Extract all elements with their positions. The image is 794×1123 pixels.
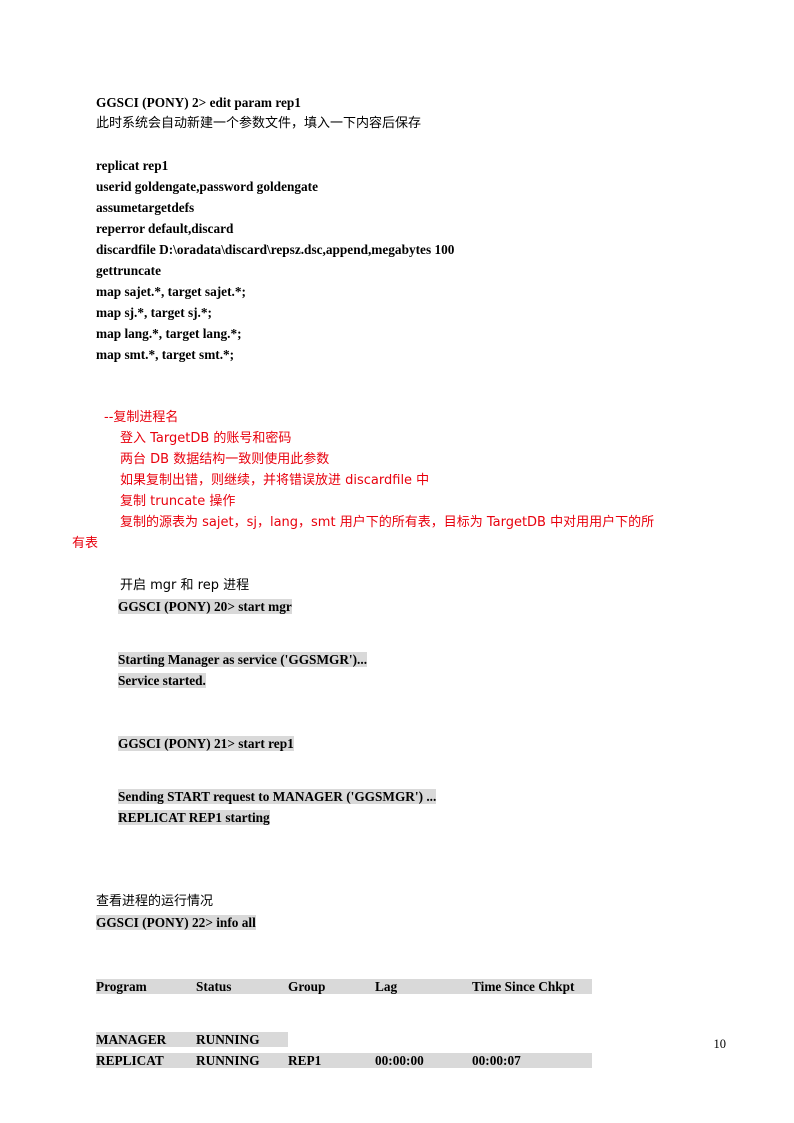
row-replicat-status: RUNNING [196, 1053, 260, 1068]
param-line-reperror: reperror default,discard [96, 221, 234, 236]
annotation-credentials: 登入 TargetDB 的账号和密码 [120, 431, 292, 446]
annotation-source-tables-wrap: 有表 [72, 536, 99, 551]
row-replicat-time-since-chkpt: 00:00:07 [472, 1053, 521, 1068]
row-replicat-program: REPLICAT [96, 1053, 164, 1068]
annotation-error-handling: 如果复制出错，则继续，并将错误放进 discardfile 中 [120, 473, 430, 488]
table-header-row: Program Status Group Lag Time Since Chkpt [96, 976, 716, 997]
annotation-truncate: 复制 truncate 操作 [120, 494, 236, 509]
param-line-replicat: replicat rep1 [96, 158, 169, 173]
annotation-process-name: --复制进程名 [104, 410, 179, 425]
row-manager-program: MANAGER [96, 1032, 167, 1047]
command-start-mgr-text: GGSCI (PONY) 20> start mgr [118, 599, 292, 614]
param-line-map-sajet: map sajet.*, target sajet.*; [96, 284, 246, 299]
table-header-time-since-chkpt: Time Since Chkpt [472, 979, 575, 994]
command-info-all: GGSCI (PONY) 22> info all [96, 912, 716, 933]
document-body: GGSCI (PONY) 2> edit param rep1 此时系统会自动新… [72, 92, 716, 1071]
note-edit-param: 此时系统会自动新建一个参数文件，填入一下内容后保存 [96, 116, 422, 131]
output-start-mgr-line1: Starting Manager as service ('GGSMGR')..… [96, 649, 716, 670]
table-row: MANAGER RUNNING [96, 1029, 716, 1050]
row-replicat-lag: 00:00:00 [375, 1053, 424, 1068]
param-line-map-smt: map smt.*, target smt.*; [96, 347, 235, 362]
page-number: 10 [713, 1037, 727, 1051]
param-line-assumetargetdefs: assumetargetdefs [96, 200, 195, 215]
param-line-map-lang: map lang.*, target lang.*; [96, 326, 242, 341]
output-start-mgr-line2: Service started. [96, 670, 716, 691]
row-replicat-group: REP1 [288, 1053, 322, 1068]
output-start-mgr-line1-text: Starting Manager as service ('GGSMGR')..… [118, 652, 368, 667]
param-line-gettruncate: gettruncate [96, 263, 161, 278]
param-line-discardfile: discardfile D:\oradata\discard\repsz.dsc… [96, 242, 455, 257]
table-header-lag: Lag [375, 979, 398, 994]
param-line-map-sj: map sj.*, target sj.*; [96, 305, 212, 320]
output-start-rep1-line2-text: REPLICAT REP1 starting [118, 810, 270, 825]
param-line-userid: userid goldengate,password goldengate [96, 179, 318, 194]
note-start-processes: 开启 mgr 和 rep 进程 [120, 578, 250, 593]
output-start-mgr-line2-text: Service started. [118, 673, 206, 688]
command-start-rep1-text: GGSCI (PONY) 21> start rep1 [118, 736, 294, 751]
command-info-all-text: GGSCI (PONY) 22> info all [96, 915, 256, 930]
table-header-group: Group [288, 979, 326, 994]
output-start-rep1-line2: REPLICAT REP1 starting [96, 807, 716, 828]
table-header-status: Status [196, 979, 232, 994]
output-start-rep1-line1: Sending START request to MANAGER ('GGSMG… [96, 786, 716, 807]
command-start-mgr: GGSCI (PONY) 20> start mgr [96, 596, 716, 617]
table-row: REPLICAT RUNNING REP1 00:00:00 00:00:07 [96, 1050, 716, 1071]
note-info-all: 查看进程的运行情况 [96, 894, 214, 909]
output-start-rep1-line1-text: Sending START request to MANAGER ('GGSMG… [118, 789, 437, 804]
command-start-rep1: GGSCI (PONY) 21> start rep1 [96, 733, 716, 754]
table-header-program: Program [96, 979, 147, 994]
command-edit-param: GGSCI (PONY) 2> edit param rep1 [96, 95, 301, 110]
document-page: GGSCI (PONY) 2> edit param rep1 此时系统会自动新… [0, 0, 794, 1123]
row-manager-status: RUNNING [196, 1032, 260, 1047]
annotation-source-tables: 复制的源表为 sajet，sj，lang，smt 用户下的所有表，目标为 Tar… [120, 515, 655, 530]
annotation-same-structure: 两台 DB 数据结构一致则使用此参数 [120, 452, 330, 467]
